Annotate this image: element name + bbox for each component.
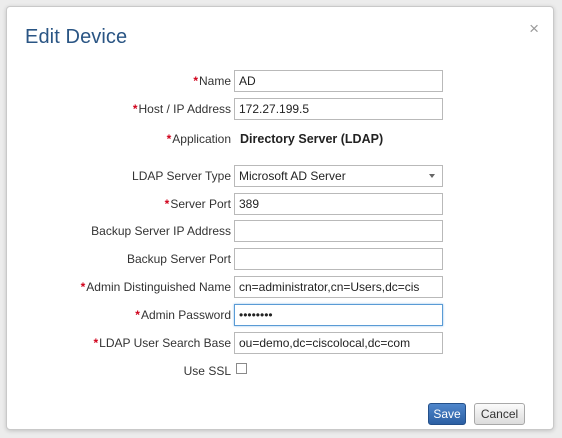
server-port-label: *Server Port (164, 197, 231, 211)
ldap-server-type-value: Microsoft AD Server (239, 169, 346, 183)
required-marker: * (193, 74, 198, 88)
search-base-label: *LDAP User Search Base (93, 336, 231, 350)
backup-port-row: Backup Server Port (7, 247, 555, 273)
ldap-server-type-select[interactable]: Microsoft AD Server (234, 165, 443, 187)
required-marker: * (93, 336, 99, 350)
edit-device-dialog: Edit Device × *Name *Host / IP Address *… (6, 6, 554, 430)
ldap-type-label: LDAP Server Type (132, 169, 231, 183)
save-button[interactable]: Save (428, 403, 466, 425)
ldap-type-row: LDAP Server Type Microsoft AD Server (7, 164, 555, 190)
name-label: *Name (193, 74, 231, 88)
admin-dn-row: *Admin Distinguished Name (7, 275, 555, 301)
cancel-button[interactable]: Cancel (474, 403, 525, 425)
search-base-row: *LDAP User Search Base (7, 331, 555, 357)
dialog-title: Edit Device (25, 26, 128, 48)
admin-dn-input[interactable] (234, 276, 443, 298)
close-icon[interactable]: × (529, 20, 539, 37)
host-row: *Host / IP Address (7, 97, 555, 123)
backup-ip-label: Backup Server IP Address (91, 224, 231, 238)
application-value: Directory Server (LDAP) (240, 132, 384, 146)
admin-dn-label: *Admin Distinguished Name (80, 280, 231, 294)
search-base-input[interactable] (234, 332, 443, 354)
application-row: *Application Directory Server (LDAP) (7, 127, 555, 153)
host-label: *Host / IP Address (132, 102, 231, 116)
application-label: *Application (166, 132, 231, 146)
use-ssl-row: Use SSL (7, 359, 555, 385)
server-port-input[interactable] (234, 193, 443, 215)
admin-password-label: *Admin Password (135, 308, 231, 322)
backup-port-label: Backup Server Port (126, 252, 231, 266)
admin-password-row: *Admin Password (7, 303, 555, 329)
required-marker: * (166, 132, 172, 146)
required-marker: * (135, 308, 140, 322)
backup-server-ip-input[interactable] (234, 220, 443, 242)
required-marker: * (132, 102, 138, 116)
use-ssl-checkbox[interactable] (236, 363, 247, 374)
name-input[interactable] (234, 70, 443, 92)
backup-server-port-input[interactable] (234, 248, 443, 270)
required-marker: * (80, 280, 86, 294)
name-row: *Name (7, 69, 555, 95)
chevron-down-icon (429, 174, 435, 178)
host-ip-input[interactable] (234, 98, 443, 120)
backup-ip-row: Backup Server IP Address (7, 219, 555, 245)
server-port-row: *Server Port (7, 192, 555, 218)
admin-password-input[interactable] (234, 304, 443, 326)
use-ssl-label: Use SSL (183, 364, 231, 378)
required-marker: * (164, 197, 170, 211)
